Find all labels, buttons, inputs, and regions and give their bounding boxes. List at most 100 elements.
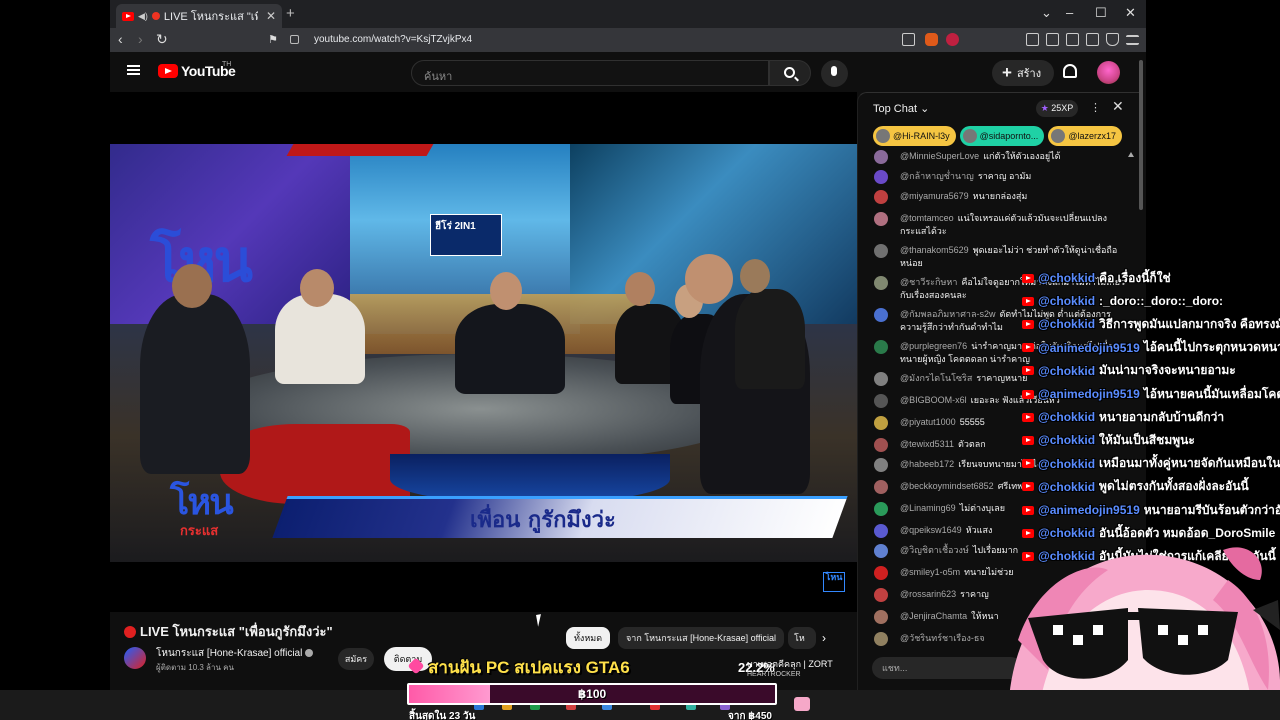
brave-shield-icon[interactable] xyxy=(925,33,938,46)
chat-avatar[interactable] xyxy=(874,244,888,258)
site-info-icon[interactable] xyxy=(290,35,299,44)
youtube-badge-icon xyxy=(1022,319,1034,329)
close-chat-icon[interactable]: ✕ xyxy=(1112,98,1124,115)
cast-icon[interactable] xyxy=(902,33,915,46)
chat-author[interactable]: @มังกรไดโนโซริส xyxy=(900,373,972,383)
region-code: TH xyxy=(222,61,232,68)
account-avatar[interactable] xyxy=(1097,61,1120,84)
channel-avatar[interactable] xyxy=(124,647,146,669)
chat-avatar[interactable] xyxy=(874,566,888,580)
chat-author[interactable]: @beckkoymindset6852 xyxy=(900,481,994,491)
close-window-button[interactable]: ✕ xyxy=(1125,5,1136,21)
chat-avatar[interactable] xyxy=(874,276,888,290)
new-tab-button[interactable]: + xyxy=(286,5,295,22)
chat-author[interactable]: @thanakom5629 xyxy=(900,245,969,255)
chat-author[interactable]: @qpeiksw1649 xyxy=(900,525,962,535)
create-button[interactable]: + สร้าง xyxy=(992,60,1054,86)
tab-close-icon[interactable]: ✕ xyxy=(266,9,276,23)
chip-from-channel[interactable]: จาก โหนกระแส [Hone-Krasae] official xyxy=(618,627,784,649)
chat-author[interactable]: @กล้าหาญช่ำนาญ xyxy=(900,171,974,181)
chat-avatar[interactable] xyxy=(874,394,888,408)
chat-author[interactable]: @MinnieSuperLove xyxy=(900,151,979,161)
scroll-up-icon[interactable] xyxy=(1128,152,1134,157)
chat-author[interactable]: @กัมพลอภิมหาศาล-s2w xyxy=(900,309,996,319)
join-button[interactable]: สมัคร xyxy=(338,648,374,670)
menu-icon[interactable] xyxy=(1126,35,1139,45)
tab-search-dropdown-icon[interactable]: ⌄ xyxy=(1041,5,1052,21)
tab-youtube[interactable]: ◀) LIVE โหนกระแส "เพื่อนกูรักมึงว่ะ ✕ xyxy=(116,4,282,28)
url-field[interactable]: youtube.com/watch?v=KsjTZvjkPx4 xyxy=(284,31,960,49)
speaker-icon[interactable]: ◀) xyxy=(138,11,148,22)
scrollbar[interactable] xyxy=(1139,60,1143,210)
xp-badge[interactable]: ★ 25XP xyxy=(1036,100,1078,117)
more-options-icon[interactable]: ⋮ xyxy=(1090,101,1101,114)
youtube-logo-icon[interactable] xyxy=(158,64,178,78)
chip-all[interactable]: ทั้งหมด xyxy=(566,627,611,649)
vpn-shield-icon[interactable] xyxy=(1106,33,1119,46)
notifications-bell-icon[interactable] xyxy=(1063,64,1077,78)
chat-author[interactable]: @miyamura5679 xyxy=(900,191,969,201)
chip-next-chevron-icon[interactable]: › xyxy=(822,631,826,645)
forward-button[interactable]: › xyxy=(138,31,143,47)
chat-avatar[interactable] xyxy=(874,372,888,386)
pinned-supporter-chip[interactable]: @lazerzx17 xyxy=(1048,126,1122,146)
chat-author[interactable]: @rossarin623 xyxy=(900,589,956,599)
search-button[interactable] xyxy=(769,60,811,86)
chat-avatar[interactable] xyxy=(874,308,888,322)
chat-avatar[interactable] xyxy=(874,150,888,164)
chat-author[interactable]: @tewixd5311 xyxy=(900,439,954,449)
chat-author[interactable]: @Linaming69 xyxy=(900,503,956,513)
brave-rewards-icon[interactable] xyxy=(946,33,959,46)
search-icon xyxy=(784,67,795,78)
chat-avatar[interactable] xyxy=(874,480,888,494)
chat-avatar[interactable] xyxy=(874,340,888,354)
wallet-icon[interactable] xyxy=(1066,33,1079,46)
sidebar-icon[interactable] xyxy=(1046,33,1059,46)
extensions-icon[interactable] xyxy=(1086,33,1099,46)
music-icon[interactable] xyxy=(1026,33,1039,46)
chat-avatar[interactable] xyxy=(874,502,888,516)
donation-amount: ฿100 xyxy=(577,687,607,701)
chat-author[interactable]: @purplegreen76 xyxy=(900,341,967,351)
voice-search-button[interactable] xyxy=(821,60,848,87)
chat-avatar[interactable] xyxy=(874,190,888,204)
chat-author[interactable]: @วัชรินทร์ชาเรือง-ธจ xyxy=(900,633,985,643)
chip-related[interactable]: โห xyxy=(788,627,816,649)
chat-avatar[interactable] xyxy=(874,416,888,430)
chat-avatar[interactable] xyxy=(874,524,888,538)
chat-author[interactable]: @tomtamceo xyxy=(900,213,954,223)
chat-author[interactable]: @piyatut1000 xyxy=(900,417,956,427)
channel-name[interactable]: โหนกระแส [Hone-Krasae] official xyxy=(156,646,314,661)
chat-author[interactable]: @ชาวีระกิษหา xyxy=(900,277,957,287)
search-input[interactable]: ค้นหา xyxy=(411,60,769,86)
overlay-chat-text: หนายอามกลับบ้านดีกว่า xyxy=(1099,409,1225,424)
chat-author[interactable]: @smiley1-o5m xyxy=(900,567,960,577)
tab-title: LIVE โหนกระแส "เพื่อนกูรักมึงว่ะ xyxy=(163,11,258,23)
chat-text: ไม่ต่างบุเลย xyxy=(959,503,1006,513)
chat-author[interactable]: @วิญชิตาเชื้อวงษ์ xyxy=(900,545,969,555)
overlay-chat-line: @chokkid ให้มันเป็นสีชมพูนะ xyxy=(1022,430,1195,450)
reload-button[interactable]: ↻ xyxy=(156,31,168,48)
minimize-button[interactable]: – xyxy=(1066,5,1073,20)
chat-avatar[interactable] xyxy=(874,610,888,624)
chat-avatar[interactable] xyxy=(874,438,888,452)
chat-author[interactable]: @habeeb172 xyxy=(900,459,954,469)
pinned-supporter-chip[interactable]: @sidapornto... xyxy=(959,126,1045,146)
bookmark-icon[interactable]: ⚑ xyxy=(268,33,278,46)
pinned-supporter-chip[interactable]: @Hi-RAIN-l3y xyxy=(873,126,956,146)
chat-mode-dropdown[interactable]: Top Chat ⌄ xyxy=(873,102,929,115)
back-button[interactable]: ‹ xyxy=(118,31,123,47)
video-player[interactable]: โหน ฮีโร่ 2IN1 โหน กระแส เพื่อน กูรักมึง… xyxy=(110,92,857,612)
maximize-button[interactable]: ☐ xyxy=(1095,5,1107,21)
hamburger-menu-icon[interactable] xyxy=(127,65,140,75)
chat-avatar[interactable] xyxy=(874,544,888,558)
chat-avatar[interactable] xyxy=(874,588,888,602)
chat-author[interactable]: @BIGBOOM-x6l xyxy=(900,395,967,405)
chevron-down-icon: ⌄ xyxy=(920,103,930,115)
overlay-chat-line: @chokkid มันน่ามาจริงจะหนายอามะ xyxy=(1022,361,1236,381)
chat-avatar[interactable] xyxy=(874,170,888,184)
chat-avatar[interactable] xyxy=(874,632,888,646)
chat-avatar[interactable] xyxy=(874,458,888,472)
chat-author[interactable]: @JenjiraChamta xyxy=(900,611,967,621)
chat-avatar[interactable] xyxy=(874,212,888,226)
